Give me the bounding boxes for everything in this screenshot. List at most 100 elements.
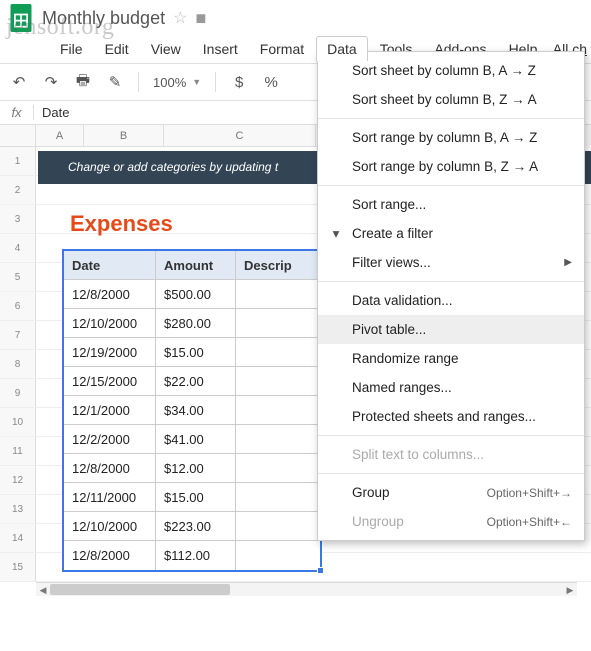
cell-amount[interactable]: $22.00 [156, 367, 236, 395]
paint-format-icon[interactable]: ✎ [106, 73, 124, 91]
table-row[interactable]: 12/15/2000$22.00 [64, 367, 320, 396]
col-header-a[interactable]: A [36, 125, 84, 146]
row-header[interactable]: 11 [0, 437, 36, 465]
percent-button[interactable]: % [262, 74, 280, 91]
menu-data[interactable]: Data [316, 36, 368, 61]
menu-create-filter[interactable]: ▾Create a filter [318, 219, 584, 248]
cell-amount[interactable]: $12.00 [156, 454, 236, 482]
scroll-left-icon[interactable]: ◀ [36, 583, 50, 597]
cell-amount[interactable]: $34.00 [156, 396, 236, 424]
select-all-corner[interactable] [0, 125, 36, 146]
cell-amount[interactable]: $41.00 [156, 425, 236, 453]
menu-edit[interactable]: Edit [95, 37, 139, 61]
cell-description[interactable] [236, 512, 320, 540]
cell-description[interactable] [236, 396, 320, 424]
row-header[interactable]: 15 [0, 553, 36, 581]
menu-sort-range[interactable]: Sort range... [318, 190, 584, 219]
table-row[interactable]: 12/2/2000$41.00 [64, 425, 320, 454]
table-row[interactable]: 12/11/2000$15.00 [64, 483, 320, 512]
cell-description[interactable] [236, 483, 320, 511]
undo-icon[interactable]: ↶ [10, 73, 28, 91]
table-row[interactable]: 12/10/2000$280.00 [64, 309, 320, 338]
menu-sort-sheet-za[interactable]: Sort sheet by column B, Z → A [318, 85, 584, 114]
row-header[interactable]: 12 [0, 466, 36, 494]
document-title[interactable]: Monthly budget [42, 8, 165, 29]
header-amount[interactable]: Amount [156, 251, 236, 279]
row-header[interactable]: 14 [0, 524, 36, 552]
horizontal-scrollbar[interactable]: ◀ ▶ [36, 582, 577, 596]
cell-date[interactable]: 12/10/2000 [64, 512, 156, 540]
row-header[interactable]: 5 [0, 263, 36, 291]
menu-named-ranges[interactable]: Named ranges... [318, 373, 584, 402]
cell-amount[interactable]: $280.00 [156, 309, 236, 337]
row-header[interactable]: 4 [0, 234, 36, 262]
cell-amount[interactable]: $15.00 [156, 338, 236, 366]
menu-split-text: Split text to columns... [318, 440, 584, 469]
cell-description[interactable] [236, 367, 320, 395]
cell-description[interactable] [236, 338, 320, 366]
cell-date[interactable]: 12/10/2000 [64, 309, 156, 337]
menu-sort-range-az[interactable]: Sort range by column B, A → Z [318, 123, 584, 152]
cell-date[interactable]: 12/11/2000 [64, 483, 156, 511]
scrollbar-thumb[interactable] [50, 584, 230, 595]
cell-date[interactable]: 12/2/2000 [64, 425, 156, 453]
cell-date[interactable]: 12/15/2000 [64, 367, 156, 395]
cell-amount[interactable]: $223.00 [156, 512, 236, 540]
col-header-b[interactable]: B [84, 125, 164, 146]
row-header[interactable]: 2 [0, 176, 36, 204]
menu-pivot-table[interactable]: Pivot table... [318, 315, 584, 344]
print-icon[interactable]: 🖶 [74, 70, 92, 95]
table-row[interactable]: 12/8/2000$12.00 [64, 454, 320, 483]
menu-data-validation[interactable]: Data validation... [318, 286, 584, 315]
cell-date[interactable]: 12/19/2000 [64, 338, 156, 366]
cell-date[interactable]: 12/1/2000 [64, 396, 156, 424]
selection-handle[interactable] [317, 567, 324, 574]
selection-range[interactable]: Date Amount Descrip 12/8/2000$500.0012/1… [62, 249, 322, 572]
table-row[interactable]: 12/8/2000$500.00 [64, 280, 320, 309]
menu-view[interactable]: View [141, 37, 191, 61]
row-header[interactable]: 3 [0, 205, 36, 233]
cell-description[interactable] [236, 309, 320, 337]
menu-randomize-range[interactable]: Randomize range [318, 344, 584, 373]
formula-input[interactable]: Date [34, 105, 69, 120]
menu-file[interactable]: File [50, 37, 93, 61]
row-header[interactable]: 7 [0, 321, 36, 349]
table-row[interactable]: 12/8/2000$112.00 [64, 541, 320, 570]
cell-date[interactable]: 12/8/2000 [64, 541, 156, 570]
header-date[interactable]: Date [64, 251, 156, 279]
row-header[interactable]: 8 [0, 350, 36, 378]
star-icon[interactable]: ☆ [173, 8, 187, 28]
row-header[interactable]: 9 [0, 379, 36, 407]
cell-description[interactable] [236, 280, 320, 308]
menu-format[interactable]: Format [250, 37, 314, 61]
col-header-c[interactable]: C [164, 125, 316, 146]
cell-date[interactable]: 12/8/2000 [64, 280, 156, 308]
caret-down-icon[interactable]: ▼ [192, 77, 201, 87]
redo-icon[interactable]: ↷ [42, 73, 60, 91]
scroll-right-icon[interactable]: ▶ [563, 583, 577, 597]
cell-description[interactable] [236, 425, 320, 453]
menu-protected-sheets[interactable]: Protected sheets and ranges... [318, 402, 584, 431]
header-description[interactable]: Descrip [236, 251, 320, 279]
cell-date[interactable]: 12/8/2000 [64, 454, 156, 482]
cell-description[interactable] [236, 454, 320, 482]
folder-icon[interactable]: ■ [195, 8, 206, 29]
currency-button[interactable]: $ [230, 74, 248, 91]
cell-amount[interactable]: $15.00 [156, 483, 236, 511]
row-header[interactable]: 10 [0, 408, 36, 436]
row-header[interactable]: 1 [0, 147, 36, 175]
menu-insert[interactable]: Insert [193, 37, 248, 61]
group-label: Group [352, 485, 390, 500]
table-row[interactable]: 12/10/2000$223.00 [64, 512, 320, 541]
row-header[interactable]: 6 [0, 292, 36, 320]
cell-amount[interactable]: $112.00 [156, 541, 236, 570]
zoom-level[interactable]: 100% [153, 75, 186, 90]
menu-filter-views[interactable]: Filter views...▶ [318, 248, 584, 277]
cell-amount[interactable]: $500.00 [156, 280, 236, 308]
table-row[interactable]: 12/1/2000$34.00 [64, 396, 320, 425]
cell-description[interactable] [236, 541, 320, 570]
menu-group[interactable]: GroupOption+Shift+→ [318, 478, 584, 507]
table-row[interactable]: 12/19/2000$15.00 [64, 338, 320, 367]
row-header[interactable]: 13 [0, 495, 36, 523]
menu-sort-range-za[interactable]: Sort range by column B, Z → A [318, 152, 584, 181]
